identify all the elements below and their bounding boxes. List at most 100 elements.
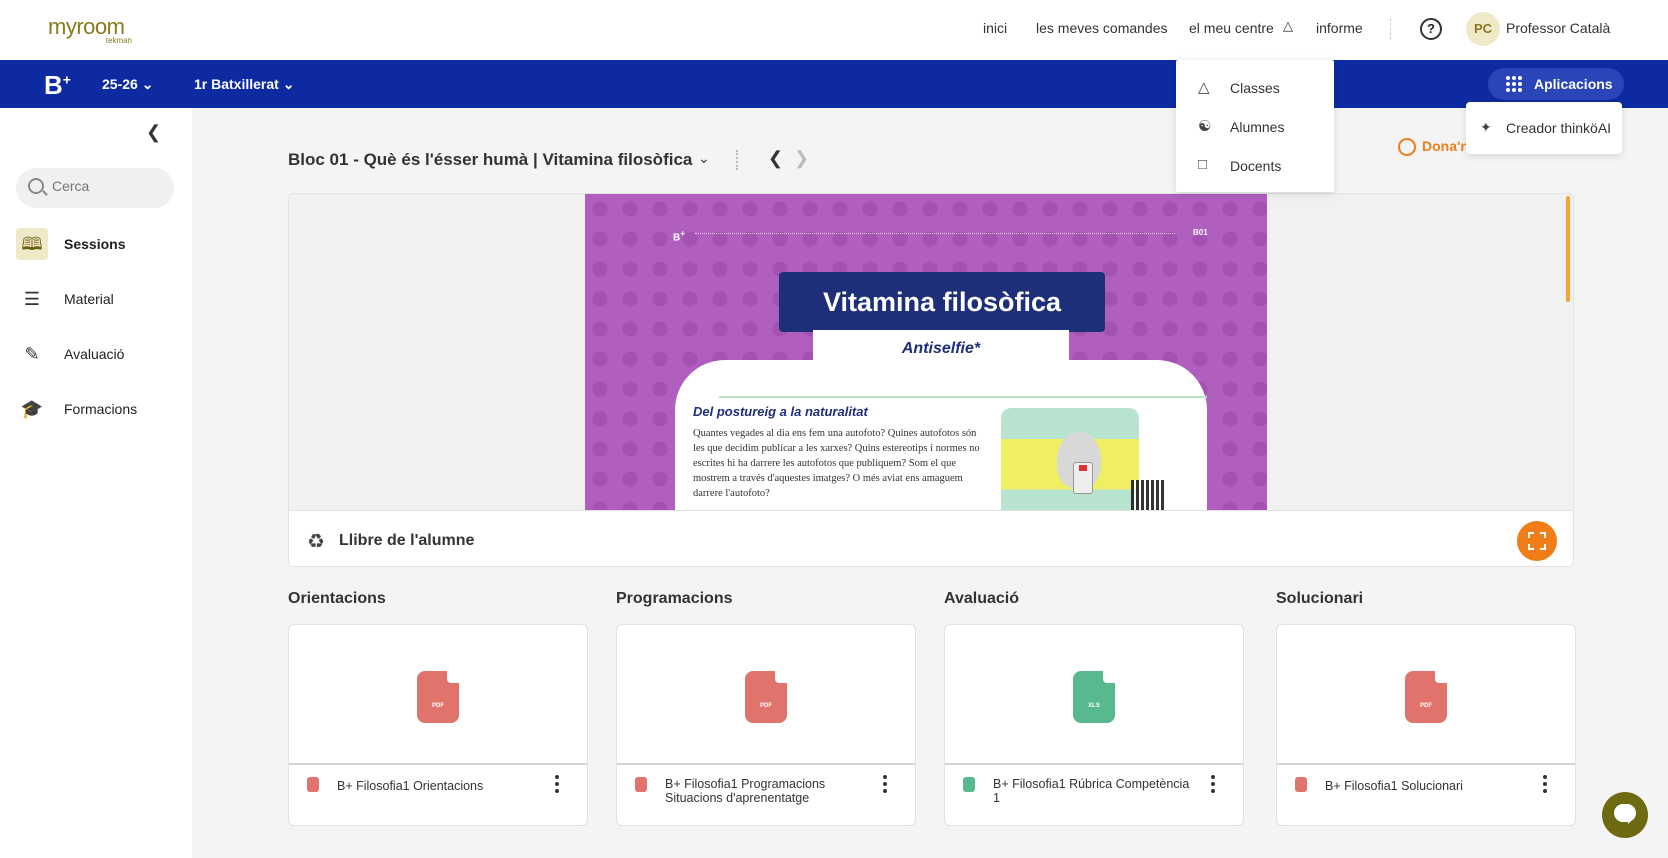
resource-card-orientacions[interactable]: PDF B+ Filosofia1 Orientacions: [288, 624, 588, 826]
chevron-down-icon: ⌄: [282, 76, 295, 92]
nav-inici[interactable]: inici: [983, 20, 1007, 36]
section-title-programacions: Programacions: [616, 590, 733, 607]
pdf-file-icon: PDF: [745, 671, 787, 723]
xls-file-icon: XLS: [1073, 671, 1115, 723]
file-type-label: PDF: [760, 703, 772, 709]
resource-preview: PDF: [289, 625, 587, 765]
resource-card-programacions[interactable]: PDF B+ Filosofia1 Programacions Situacio…: [616, 624, 916, 826]
sidebar-item-label: Sessions: [64, 236, 126, 252]
search-input[interactable]: [52, 178, 162, 194]
sidebar-item-label: Formacions: [64, 401, 138, 417]
nav-informe[interactable]: informe: [1316, 20, 1363, 36]
section-title-orientacions: Orientacions: [288, 590, 386, 607]
next-session-button[interactable]: ❯: [794, 148, 809, 169]
menu-item-docents[interactable]: □ Docents: [1198, 156, 1328, 176]
page-rule: [719, 396, 1207, 398]
menu-item-classes[interactable]: △ Classes: [1198, 78, 1328, 98]
resource-name: B+ Filosofia1 Solucionari: [1325, 779, 1463, 793]
phone-icon: [1073, 462, 1093, 494]
menu-item-label: Docents: [1230, 158, 1282, 174]
selfie-illustration: [1001, 408, 1139, 510]
nav-el-meu-centre[interactable]: el meu centre: [1189, 20, 1274, 36]
feedback-label: Dona'n: [1422, 138, 1469, 154]
page-subtitle: Antiselfie*: [901, 340, 981, 357]
file-type-label: PDF: [1420, 703, 1432, 709]
pdf-file-icon: PDF: [417, 671, 459, 723]
chevron-up-icon[interactable]: △: [1283, 18, 1293, 34]
viewer-area[interactable]: B+ B01 Vitamina filosòfica Antiselfie* D…: [289, 194, 1573, 510]
menu-item-label: Alumnes: [1230, 119, 1285, 135]
previous-session-button[interactable]: ❮: [768, 148, 783, 169]
page-code: B01: [1193, 228, 1208, 237]
pdf-file-icon: PDF: [1405, 671, 1447, 723]
context-bar: B+ 25-26 ⌄ 1r Batxillerat ⌄ Aplicacions: [0, 60, 1668, 108]
xls-mini-icon: [963, 777, 975, 792]
menu-item-label: Classes: [1230, 80, 1280, 96]
file-type-label: PDF: [432, 703, 444, 709]
qr-code-icon: [1131, 480, 1165, 510]
top-header: myroom tekman inici les meves comandes e…: [0, 0, 1668, 60]
year-select[interactable]: 25-26 ⌄: [102, 76, 153, 93]
file-type-label: XLS: [1088, 703, 1100, 709]
page-title: Vitamina filosòfica: [779, 272, 1105, 332]
apps-button[interactable]: Aplicacions: [1488, 68, 1624, 100]
plus-icon: +: [680, 228, 686, 238]
search-icon: [28, 178, 44, 194]
more-options-icon[interactable]: [883, 775, 887, 793]
resource-preview: XLS: [945, 625, 1243, 765]
pen-icon: ✎: [24, 344, 40, 364]
teacher-icon: □: [1198, 156, 1208, 173]
page-header-line: [695, 233, 1175, 234]
chevron-down-icon[interactable]: ⌄: [698, 150, 710, 167]
smile-icon: [1398, 138, 1416, 157]
menu-item-alumnes[interactable]: ☯ Alumnes: [1198, 117, 1328, 137]
apps-grid-icon: [1506, 76, 1522, 92]
bplus-logo[interactable]: B+: [44, 70, 71, 101]
student-book-icon: ♻: [307, 531, 325, 553]
more-options-icon[interactable]: [555, 775, 559, 793]
resource-card-avaluacio[interactable]: XLS B+ Filosofia1 Rúbrica Competència 1: [944, 624, 1244, 826]
header-divider: [1390, 18, 1391, 40]
bloc-divider: [736, 150, 738, 170]
more-options-icon[interactable]: [1211, 775, 1215, 793]
grade-value: 1r Batxillerat: [194, 76, 279, 92]
help-icon[interactable]: ?: [1420, 18, 1442, 40]
sidebar-item-formacions[interactable]: 🎓 Formacions: [16, 391, 186, 427]
user-name[interactable]: Professor Català: [1506, 20, 1610, 36]
grade-select[interactable]: 1r Batxillerat ⌄: [194, 76, 294, 93]
chevron-left-icon[interactable]: ❮: [146, 122, 161, 143]
myroom-logo[interactable]: myroom tekman: [48, 14, 134, 46]
graduation-cap-icon: 🎓: [20, 399, 44, 419]
bloc-title[interactable]: Bloc 01 - Què és l'ésser humà | Vitamina…: [288, 150, 692, 170]
apps-dropdown-menu: ✦ Creador thinköAI: [1466, 102, 1622, 154]
chat-bubble-icon: [1614, 804, 1636, 824]
logo-subtext: tekman: [105, 36, 132, 45]
resource-preview: PDF: [1277, 625, 1575, 765]
resource-preview: PDF: [617, 625, 915, 765]
chat-button[interactable]: [1602, 792, 1648, 838]
logo-text: myroom: [48, 14, 125, 39]
expand-icon: [1527, 531, 1547, 551]
feedback-link[interactable]: Dona'n: [1398, 138, 1469, 157]
nav-les-meves-comandes[interactable]: les meves comandes: [1036, 20, 1168, 36]
sidebar: ❮ 🕮 Sessions ☰ Material ✎ Avaluació 🎓 Fo…: [0, 108, 192, 858]
viewer-scrollbar[interactable]: [1566, 196, 1570, 302]
centre-dropdown-menu: △ Classes ☯ Alumnes □ Docents: [1176, 60, 1334, 192]
sidebar-item-avaluacio[interactable]: ✎ Avaluació: [16, 336, 186, 372]
plus-icon: +: [62, 71, 71, 88]
avatar[interactable]: PC: [1466, 12, 1500, 46]
resource-name: B+ Filosofia1 Programacions Situacions d…: [665, 777, 826, 805]
classes-icon: △: [1198, 79, 1210, 96]
sidebar-item-material[interactable]: ☰ Material: [16, 281, 186, 317]
more-options-icon[interactable]: [1543, 775, 1547, 793]
search-box: [16, 168, 174, 208]
resource-card-solucionari[interactable]: PDF B+ Filosofia1 Solucionari: [1276, 624, 1576, 826]
sidebar-item-sessions[interactable]: 🕮 Sessions: [16, 226, 186, 262]
fullscreen-button[interactable]: [1517, 521, 1557, 561]
menu-item-creador-thinkoai[interactable]: Creador thinköAI: [1506, 120, 1611, 136]
page-body: Quantes vegades al dia ens fem una autof…: [693, 428, 980, 499]
chevron-down-icon: ⌄: [141, 76, 154, 92]
resource-name: B+ Filosofia1 Orientacions: [337, 779, 484, 793]
viewer-bar-label: Llibre de l'alumne: [339, 532, 475, 549]
year-value: 25-26: [102, 76, 138, 92]
